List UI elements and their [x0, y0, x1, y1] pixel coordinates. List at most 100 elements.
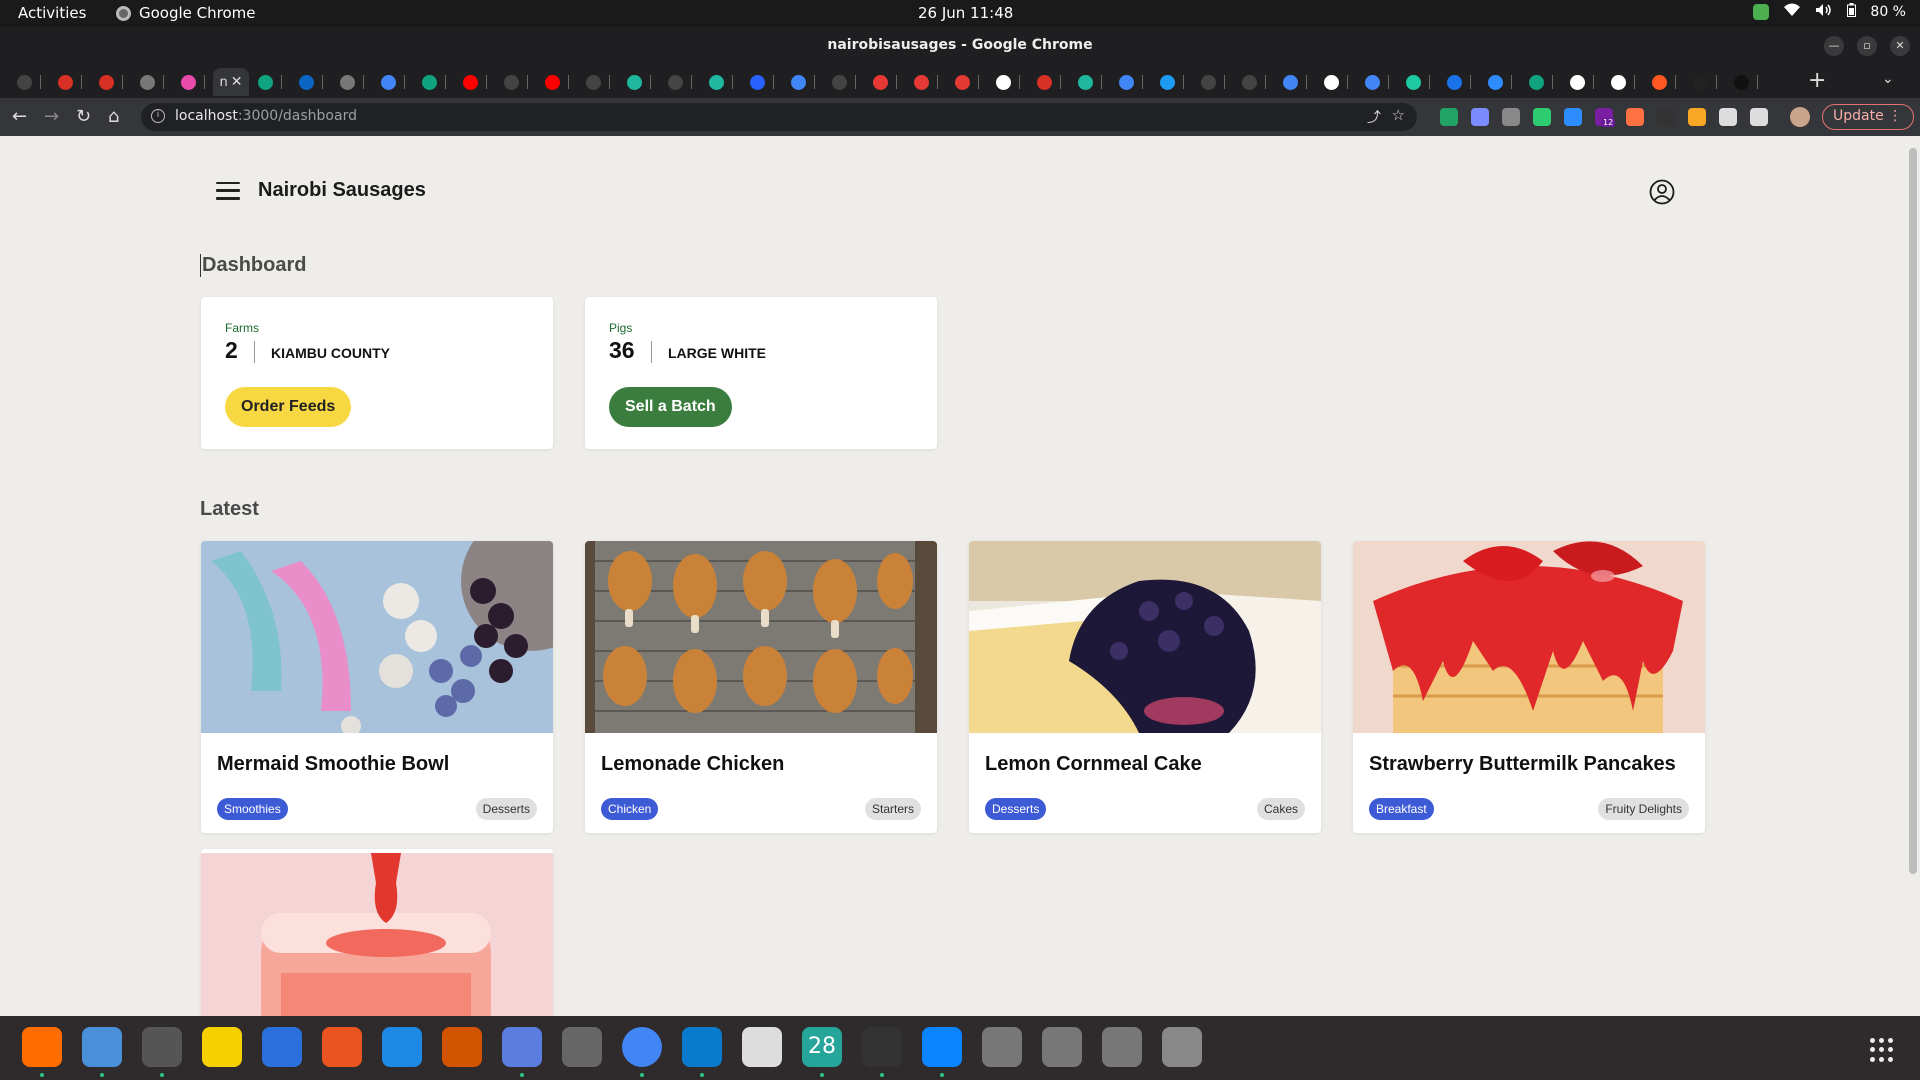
- dock-app-icon[interactable]: [1102, 1027, 1142, 1067]
- browser-tab[interactable]: [823, 68, 864, 96]
- browser-tab[interactable]: [454, 68, 495, 96]
- close-tab-icon[interactable]: ✕: [231, 74, 243, 90]
- recipe-title[interactable]: Lemonade Chicken: [601, 753, 784, 776]
- recipe-title[interactable]: Strawberry Buttermilk Pancakes: [1369, 753, 1676, 776]
- url-text[interactable]: localhost:3000/dashboard: [175, 108, 357, 124]
- browser-tab[interactable]: [741, 68, 782, 96]
- minimize-button[interactable]: —: [1824, 36, 1844, 56]
- browser-tab[interactable]: [782, 68, 823, 96]
- address-bar[interactable]: i localhost:3000/dashboard ⤴ ☆: [141, 103, 1417, 131]
- browser-tab[interactable]: [1520, 68, 1561, 96]
- extension-icon[interactable]: 12: [1595, 108, 1616, 127]
- extension-icon[interactable]: [1750, 108, 1768, 126]
- dock-app-icon[interactable]: [862, 1027, 902, 1067]
- browser-tab[interactable]: [49, 68, 90, 96]
- recipe-title[interactable]: Lemon Cornmeal Cake: [985, 753, 1202, 776]
- browser-tab[interactable]: [1110, 68, 1151, 96]
- browser-tab[interactable]: [1233, 68, 1274, 96]
- dock-app-icon[interactable]: [502, 1027, 542, 1067]
- calendar-app-icon[interactable]: 28: [802, 1027, 842, 1067]
- browser-tab[interactable]: [1192, 68, 1233, 96]
- browser-tab[interactable]: [8, 68, 49, 96]
- browser-tab[interactable]: [249, 68, 290, 96]
- bookmark-star-icon[interactable]: ☆: [1392, 106, 1405, 124]
- browser-tab[interactable]: [536, 68, 577, 96]
- sell-batch-button[interactable]: Sell a Batch: [609, 387, 732, 427]
- dock-app-icon[interactable]: [682, 1027, 722, 1067]
- extension-icon[interactable]: [1564, 108, 1582, 126]
- browser-tab[interactable]: [618, 68, 659, 96]
- browser-tab[interactable]: [1356, 68, 1397, 96]
- extension-icon[interactable]: [1471, 108, 1489, 126]
- browser-tab[interactable]: [864, 68, 905, 96]
- tray-app-icon[interactable]: [1753, 4, 1770, 20]
- dock-app-icon[interactable]: [562, 1027, 602, 1067]
- category-tag[interactable]: Chicken: [601, 798, 659, 820]
- dock-app-icon[interactable]: [382, 1027, 422, 1067]
- course-tag[interactable]: Desserts: [475, 798, 537, 820]
- extension-icon[interactable]: [1688, 108, 1706, 126]
- site-info-icon[interactable]: i: [151, 109, 165, 123]
- user-account-icon[interactable]: [1649, 179, 1675, 205]
- browser-tab[interactable]: [1438, 68, 1479, 96]
- category-tag[interactable]: Smoothies: [217, 798, 288, 820]
- recipe-card[interactable]: Lemon Cornmeal Cake Desserts Cakes: [969, 541, 1321, 833]
- course-tag[interactable]: Cakes: [1256, 798, 1305, 820]
- hamburger-menu-icon[interactable]: [216, 181, 240, 200]
- dock-app-icon[interactable]: [202, 1027, 242, 1067]
- chrome-dock-icon[interactable]: [622, 1027, 662, 1067]
- maximize-button[interactable]: ▫: [1857, 36, 1877, 56]
- browser-tab[interactable]: [372, 68, 413, 96]
- browser-tab[interactable]: [1479, 68, 1520, 96]
- dock-app-icon[interactable]: [1162, 1027, 1202, 1067]
- dock-app-icon[interactable]: [322, 1027, 362, 1067]
- clock[interactable]: 26 Jun 11:48: [918, 4, 1013, 22]
- dock-app-icon[interactable]: [1042, 1027, 1082, 1067]
- recipe-card[interactable]: Strawberry Buttermilk Pancakes Breakfast…: [1353, 541, 1705, 833]
- activities-button[interactable]: Activities: [18, 4, 86, 22]
- dock-app-icon[interactable]: [742, 1027, 782, 1067]
- browser-tab[interactable]: [331, 68, 372, 96]
- browser-tab[interactable]: [172, 68, 213, 96]
- browser-tab[interactable]: [1602, 68, 1643, 96]
- extension-icon[interactable]: [1719, 108, 1737, 126]
- browser-tab[interactable]: [495, 68, 536, 96]
- reload-icon[interactable]: ↻: [76, 106, 91, 127]
- browser-tab[interactable]: [1069, 68, 1110, 96]
- browser-tab[interactable]: [90, 68, 131, 96]
- dock-app-icon[interactable]: [142, 1027, 182, 1067]
- brand-name[interactable]: Nairobi Sausages: [258, 179, 426, 202]
- browser-tab[interactable]: [1028, 68, 1069, 96]
- category-tag[interactable]: Breakfast: [1369, 798, 1434, 820]
- dock-app-icon[interactable]: [82, 1027, 122, 1067]
- dock-app-icon[interactable]: [442, 1027, 482, 1067]
- extension-icon[interactable]: [1533, 108, 1551, 126]
- recipe-title[interactable]: Mermaid Smoothie Bowl: [217, 753, 449, 776]
- close-window-button[interactable]: ✕: [1890, 36, 1910, 56]
- browser-tab[interactable]: [1397, 68, 1438, 96]
- forward-arrow-icon[interactable]: →: [44, 106, 59, 127]
- extension-icon[interactable]: [1502, 108, 1520, 126]
- home-icon[interactable]: ⌂: [108, 106, 119, 127]
- new-tab-button[interactable]: +: [1808, 68, 1826, 94]
- browser-tab[interactable]: n ✕: [213, 68, 249, 96]
- dock-app-icon[interactable]: [262, 1027, 302, 1067]
- page-scrollbar[interactable]: [1905, 136, 1920, 1016]
- browser-tab[interactable]: [700, 68, 741, 96]
- browser-tab[interactable]: [1274, 68, 1315, 96]
- back-arrow-icon[interactable]: ←: [12, 106, 27, 127]
- browser-tab[interactable]: [1684, 68, 1725, 96]
- browser-tab[interactable]: [659, 68, 700, 96]
- dock-app-icon[interactable]: [922, 1027, 962, 1067]
- browser-tab[interactable]: [1643, 68, 1684, 96]
- browser-tab[interactable]: [1561, 68, 1602, 96]
- more-menu-icon[interactable]: ⋮: [1888, 108, 1902, 124]
- browser-tab[interactable]: [946, 68, 987, 96]
- browser-tab[interactable]: [577, 68, 618, 96]
- system-tray[interactable]: 80 %: [1753, 3, 1906, 21]
- app-menu[interactable]: Google Chrome: [116, 4, 256, 22]
- browser-tab[interactable]: [413, 68, 454, 96]
- profile-avatar[interactable]: [1790, 107, 1810, 127]
- dock-app-icon[interactable]: [982, 1027, 1022, 1067]
- browser-tab[interactable]: [290, 68, 331, 96]
